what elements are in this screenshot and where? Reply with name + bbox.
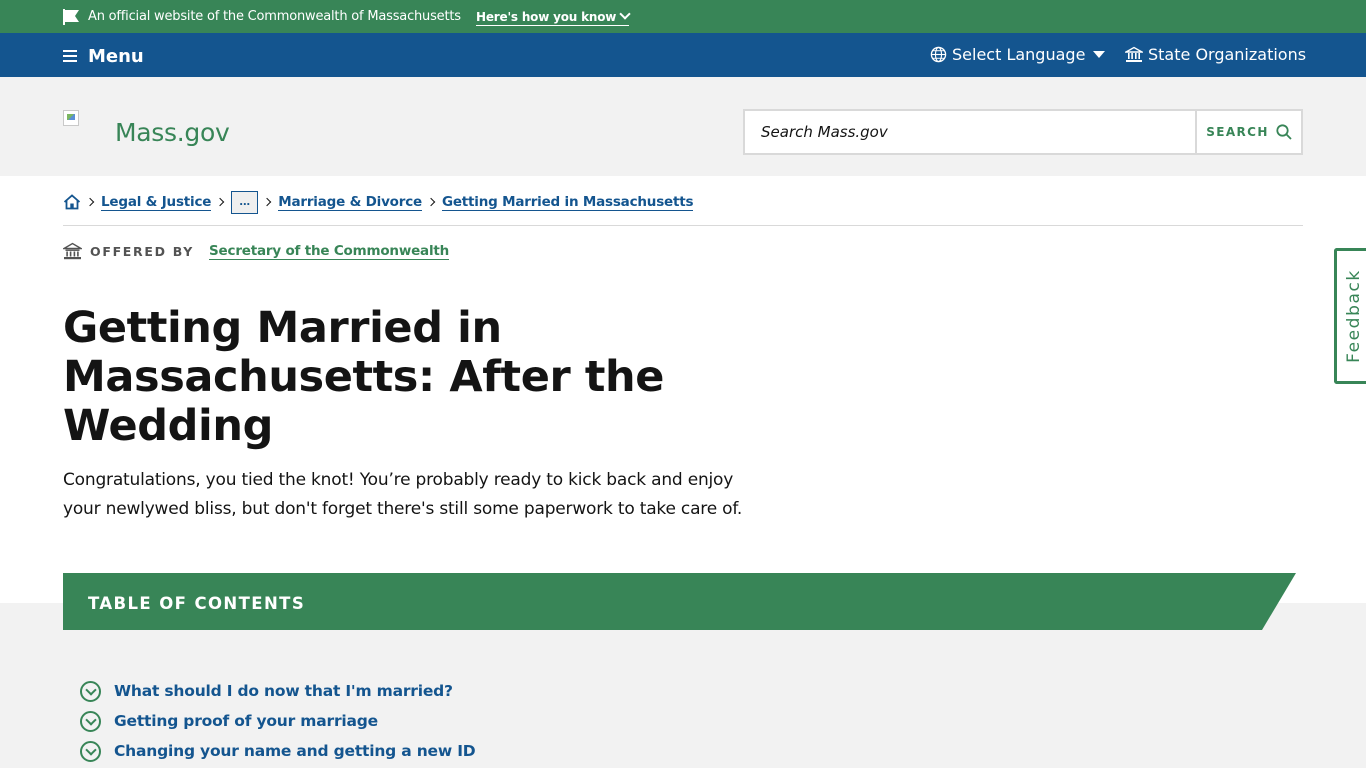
utility-nav: Menu Select Language State Organizations — [0, 33, 1366, 77]
search-button[interactable]: SEARCH — [1195, 111, 1301, 153]
toc-list: What should I do now that I'm married? G… — [80, 676, 476, 766]
chevron-down-circle-icon — [80, 680, 101, 702]
search-icon — [1276, 124, 1292, 140]
chevron-down-circle-icon — [80, 710, 101, 732]
page-title: Getting Married in Massachusetts: After … — [63, 303, 664, 451]
search-button-label: SEARCH — [1206, 125, 1269, 139]
feedback-label: Feedback — [1343, 269, 1364, 363]
official-banner: An official website of the Commonwealth … — [0, 0, 1366, 33]
breadcrumb: Legal & Justice ... Marriage & Divorce G… — [63, 190, 694, 214]
chevron-down-icon — [619, 8, 631, 20]
chevron-right-icon — [85, 197, 95, 207]
breadcrumb-home[interactable] — [63, 194, 81, 210]
chevron-down-circle-icon — [80, 740, 101, 762]
select-language-button[interactable]: Select Language — [930, 45, 1106, 64]
toc-link[interactable]: Getting proof of your marriage — [114, 712, 378, 730]
menu-button[interactable]: Menu — [63, 45, 144, 67]
how-you-know-label: Here's how you know — [476, 10, 617, 24]
chevron-right-icon — [426, 197, 436, 207]
search-form: SEARCH — [743, 109, 1303, 155]
chevron-right-icon — [263, 197, 272, 207]
divider — [63, 225, 1303, 226]
official-text: An official website of the Commonwealth … — [88, 9, 461, 24]
feedback-button[interactable]: Feedback — [1334, 248, 1366, 384]
offered-by-label: OFFERED BY — [90, 243, 195, 259]
toc-link[interactable]: What should I do now that I'm married? — [114, 682, 453, 700]
home-icon — [63, 194, 81, 210]
toc-link[interactable]: Changing your name and getting a new ID — [114, 742, 476, 760]
state-organizations-label: State Organizations — [1148, 45, 1307, 64]
toc-item: What should I do now that I'm married? — [80, 676, 475, 706]
globe-icon — [930, 46, 947, 63]
state-organizations-button[interactable]: State Organizations — [1125, 45, 1306, 64]
hamburger-icon — [63, 50, 77, 62]
site-header: Mass.gov SEARCH — [0, 77, 1366, 176]
search-input[interactable] — [745, 111, 1195, 153]
toc-item: Changing your name and getting a new ID — [80, 736, 476, 766]
how-you-know-toggle[interactable]: Here's how you know — [476, 8, 631, 26]
flag-icon — [63, 9, 79, 25]
caret-down-icon — [1093, 51, 1106, 58]
menu-label: Menu — [88, 45, 144, 67]
capitol-icon — [63, 242, 82, 260]
site-name: Mass.gov — [115, 118, 230, 147]
select-language-label: Select Language — [952, 45, 1086, 64]
building-icon — [1125, 46, 1143, 62]
breadcrumb-legal-justice[interactable]: Legal & Justice — [101, 194, 211, 211]
toc-item: Getting proof of your marriage — [80, 706, 475, 736]
chevron-right-icon — [216, 197, 225, 207]
page-lede: Congratulations, you tied the knot! You’… — [63, 470, 743, 519]
breadcrumb-getting-married[interactable]: Getting Married in Massachusetts — [441, 194, 694, 211]
breadcrumb-expand-button[interactable]: ... — [231, 190, 259, 214]
broken-logo-image — [63, 110, 79, 126]
offered-by-org-link[interactable]: Secretary of the Commonwealth — [209, 243, 449, 260]
toc-title: TABLE OF CONTENTS — [88, 594, 306, 613]
offered-by: OFFERED BY Secretary of the Commonwealth — [63, 242, 449, 260]
breadcrumb-marriage-divorce[interactable]: Marriage & Divorce — [278, 194, 422, 211]
